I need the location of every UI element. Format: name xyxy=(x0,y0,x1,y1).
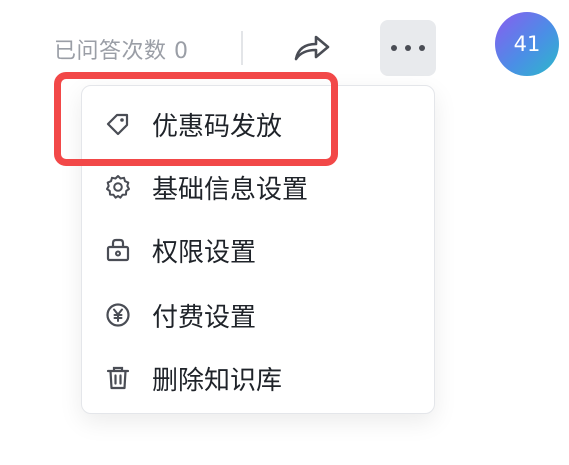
header-divider xyxy=(241,31,243,65)
yuan-icon xyxy=(104,301,132,329)
more-icon-dot xyxy=(391,45,397,51)
menu-item-coupon[interactable]: 优惠码发放 xyxy=(82,99,434,149)
question-count-text: 已问答次数 0 xyxy=(54,39,189,64)
menu-item-label: 付费设置 xyxy=(152,302,257,333)
menu-item-label: 优惠码发放 xyxy=(152,111,283,142)
avatar-text: 41 xyxy=(513,32,541,56)
more-icon-dot xyxy=(405,45,411,51)
menu-item-delete-knowledge-base[interactable]: 删除知识库 xyxy=(82,353,434,403)
menu-item-basic-settings[interactable]: 基础信息设置 xyxy=(82,162,434,212)
gear-icon xyxy=(104,173,132,201)
avatar[interactable]: 41 xyxy=(495,12,559,76)
share-icon xyxy=(292,31,332,67)
more-options-menu: 优惠码发放 基础信息设置 权限设置 付费设置 删除知识库 xyxy=(81,85,435,414)
menu-item-permissions[interactable]: 权限设置 xyxy=(82,225,434,275)
menu-item-label: 基础信息设置 xyxy=(152,174,309,205)
trash-icon xyxy=(104,364,132,392)
tag-icon xyxy=(104,110,132,138)
page: 已问答次数 0 41 优惠码发放 基础信息设置 权限设置 付费设置 删除知识库 xyxy=(0,0,569,465)
more-options-button[interactable] xyxy=(380,20,436,76)
share-button[interactable] xyxy=(288,25,336,73)
more-icon-dot xyxy=(419,45,425,51)
menu-item-payment-settings[interactable]: 付费设置 xyxy=(82,290,434,340)
lock-icon xyxy=(104,236,132,264)
menu-item-label: 删除知识库 xyxy=(152,365,283,396)
menu-item-label: 权限设置 xyxy=(152,237,257,268)
